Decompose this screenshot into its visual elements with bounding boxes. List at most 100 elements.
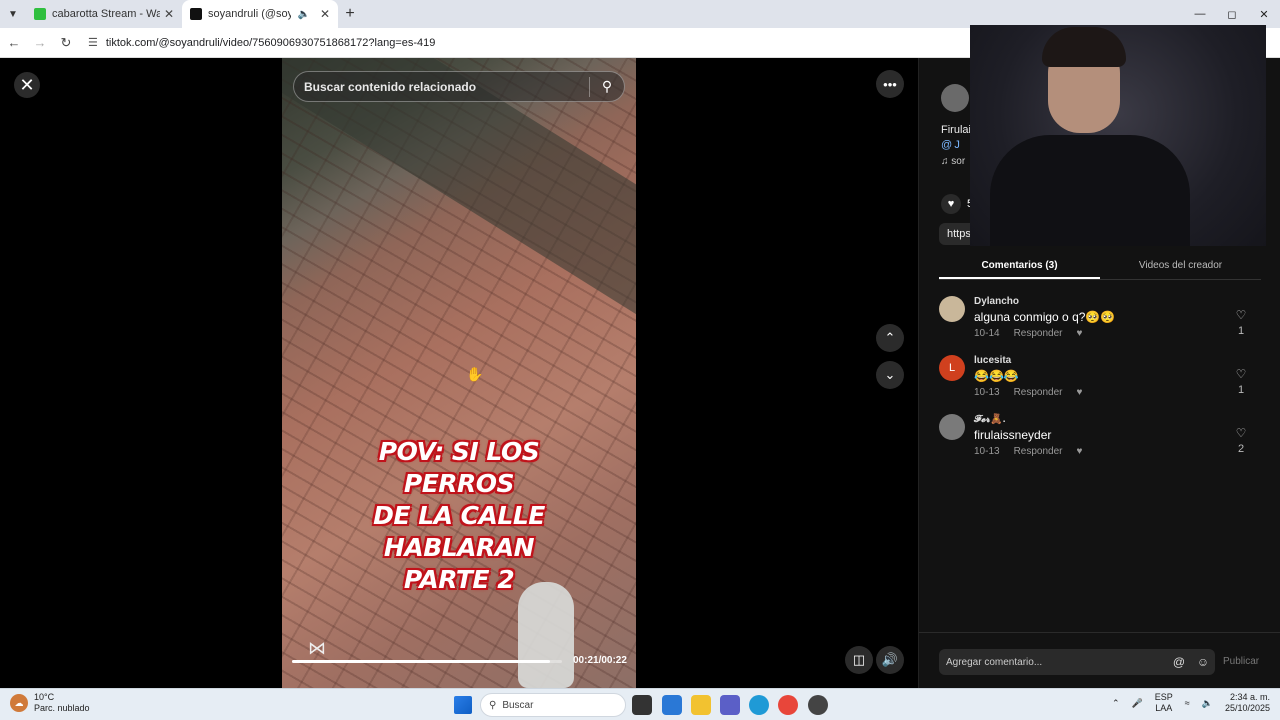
chrome-icon[interactable] xyxy=(778,695,798,715)
heart-outline-icon[interactable]: ♡ xyxy=(1236,367,1247,381)
edge-icon[interactable] xyxy=(749,695,769,715)
taskbar-search-label: Buscar xyxy=(502,699,534,711)
comment-like-count: 2 xyxy=(1237,443,1245,455)
comment-username[interactable]: 𝓕𝓮𝓻🧸. xyxy=(974,414,1006,425)
task-view-icon[interactable] xyxy=(632,695,652,715)
heart-outline-icon[interactable]: ♡ xyxy=(1236,426,1247,440)
new-tab-button[interactable]: + xyxy=(338,5,362,23)
microphone-icon[interactable]: 🎤 xyxy=(1132,698,1143,709)
video-progress-bar[interactable] xyxy=(292,660,562,663)
url-text[interactable]: tiktok.com/@soyandruli/video/75609069307… xyxy=(106,37,436,49)
previous-video-button[interactable]: ⌃ xyxy=(876,324,904,352)
mention-icon[interactable]: @ xyxy=(1167,655,1191,669)
comment-composer: @ ☺ Publicar xyxy=(919,632,1280,688)
language-indicator[interactable]: ESP LAA xyxy=(1155,692,1173,714)
creator-like-icon: ♥ xyxy=(1076,328,1083,339)
avatar[interactable] xyxy=(939,296,965,322)
more-options-button[interactable]: ••• xyxy=(876,70,904,98)
related-search-box[interactable]: ⚲ xyxy=(293,71,625,102)
tab-title: cabarotta Stream - Watch Live o xyxy=(52,8,160,20)
caption-line: PARTE 2 xyxy=(403,565,515,594)
close-tab-icon[interactable]: ✕ xyxy=(164,7,174,21)
description-text: Firulai xyxy=(941,124,971,136)
tab-title: soyandruli (@soyandruli) | T xyxy=(208,8,292,20)
lang-top: ESP xyxy=(1154,692,1173,702)
comment-meta: 10-13 Responder ♥ xyxy=(974,387,1082,398)
comment-username[interactable]: lucesita xyxy=(974,355,1011,366)
tab-cabarotta[interactable]: cabarotta Stream - Watch Live o ✕ xyxy=(26,0,182,28)
comment-input[interactable] xyxy=(946,656,1167,668)
panel-tabs: Comentarios (3) Videos del creador xyxy=(939,254,1261,280)
music-link[interactable]: ♫ sor xyxy=(941,156,965,167)
comment-like[interactable]: ♡ 1 xyxy=(1231,308,1251,337)
windows-taskbar: ☁ 10°C Parc. nublado ⚲ Buscar ⌃ 🎤 ESP LA… xyxy=(0,688,1280,720)
reload-icon[interactable]: ↻ xyxy=(54,35,78,51)
comment-item: 𝓕𝓮𝓻🧸. firulaissneyder 10-13 Responder ♥ … xyxy=(939,414,1261,466)
reply-button[interactable]: Responder xyxy=(1014,387,1063,398)
volume-button[interactable]: 🔊 xyxy=(876,646,904,674)
close-tab-icon[interactable]: ✕ xyxy=(320,7,330,21)
avatar[interactable]: L xyxy=(939,355,965,381)
video-frame-shoe xyxy=(518,582,574,688)
taskbar-search[interactable]: ⚲ Buscar xyxy=(480,693,626,717)
search-icon[interactable]: ⚲ xyxy=(590,78,624,95)
comment-item: L lucesita 😂😂😂 10-13 Responder ♥ ♡ 1 xyxy=(939,355,1261,407)
tab-comments[interactable]: Comentarios (3) xyxy=(939,254,1100,279)
close-window-icon[interactable]: ✕ xyxy=(1248,0,1280,28)
reply-button[interactable]: Responder xyxy=(1014,328,1063,339)
comment-text: firulaissneyder xyxy=(974,428,1052,442)
store-icon[interactable] xyxy=(662,695,682,715)
comment-meta: 10-14 Responder ♥ xyxy=(974,328,1082,339)
site-info-icon[interactable]: ☰ xyxy=(88,36,98,49)
windows-start-icon[interactable] xyxy=(454,696,472,714)
forward-icon[interactable]: → xyxy=(28,35,52,50)
close-video-button[interactable]: ✕ xyxy=(14,72,40,98)
search-icon: ⚲ xyxy=(489,699,497,711)
comment-like[interactable]: ♡ 2 xyxy=(1231,426,1251,455)
wifi-icon[interactable]: ≈ xyxy=(1185,698,1190,708)
audio-playing-icon[interactable]: 🔈 xyxy=(297,9,309,20)
teams-icon[interactable] xyxy=(720,695,740,715)
webcam-person-hair xyxy=(1042,27,1126,67)
app-icon[interactable] xyxy=(808,695,828,715)
creator-avatar[interactable] xyxy=(941,84,969,112)
video-player[interactable]: ⚲ POV: SI LOS PERROS DE LA CALLE HABLARA… xyxy=(282,58,636,688)
hand-cursor-icon: ✋ xyxy=(466,366,484,382)
clock[interactable]: 2:34 a. m. 25/10/2025 xyxy=(1225,692,1270,714)
tab-tiktok[interactable]: soyandruli (@soyandruli) | T 🔈 ✕ xyxy=(182,0,338,28)
next-video-button[interactable]: ⌄ xyxy=(876,361,904,389)
comment-like[interactable]: ♡ 1 xyxy=(1231,367,1251,396)
heart-outline-icon[interactable]: ♡ xyxy=(1236,308,1247,322)
file-explorer-icon[interactable] xyxy=(691,695,711,715)
comment-date: 10-13 xyxy=(974,387,1000,398)
comment-item: Dylancho alguna conmigo o q?🥺🥺 10-14 Res… xyxy=(939,296,1261,348)
tab-creator-videos[interactable]: Videos del creador xyxy=(1100,254,1261,279)
chevron-up-icon[interactable]: ⌃ xyxy=(1112,698,1120,709)
comment-date: 10-14 xyxy=(974,328,1000,339)
minimize-icon[interactable]: — xyxy=(1184,0,1216,28)
weather-widget[interactable]: ☁ 10°C Parc. nublado xyxy=(10,692,90,714)
comment-username[interactable]: Dylancho xyxy=(974,296,1019,307)
tab-search-dropdown[interactable]: ▼ xyxy=(0,0,26,28)
comment-text: 😂😂😂 xyxy=(974,369,1019,383)
weather-temp: 10°C xyxy=(34,692,55,702)
description-mention[interactable]: @ J xyxy=(941,138,971,153)
comment-input-box[interactable]: @ ☺ xyxy=(939,649,1215,675)
video-description: Firulai @ J xyxy=(941,123,971,153)
comment-date: 10-13 xyxy=(974,446,1000,457)
speaker-icon[interactable]: 🔈 xyxy=(1202,698,1213,709)
reply-button[interactable]: Responder xyxy=(1014,446,1063,457)
related-search-input[interactable] xyxy=(294,79,589,94)
like-row: ♥ 5 xyxy=(941,194,973,214)
comment-text: alguna conmigo o q?🥺🥺 xyxy=(974,310,1116,324)
browser-tab-bar: ▼ cabarotta Stream - Watch Live o ✕ soya… xyxy=(0,0,1280,28)
floating-player-button[interactable]: ◫ xyxy=(845,646,873,674)
avatar[interactable] xyxy=(939,414,965,440)
maximize-icon[interactable]: ◻ xyxy=(1216,0,1248,28)
clock-date: 25/10/2025 xyxy=(1224,703,1270,713)
back-icon[interactable]: ← xyxy=(2,35,26,50)
publish-button[interactable]: Publicar xyxy=(1223,656,1259,667)
window-controls: — ◻ ✕ xyxy=(1184,0,1280,28)
emoji-icon[interactable]: ☺ xyxy=(1191,655,1215,669)
heart-icon[interactable]: ♥ xyxy=(941,194,961,214)
